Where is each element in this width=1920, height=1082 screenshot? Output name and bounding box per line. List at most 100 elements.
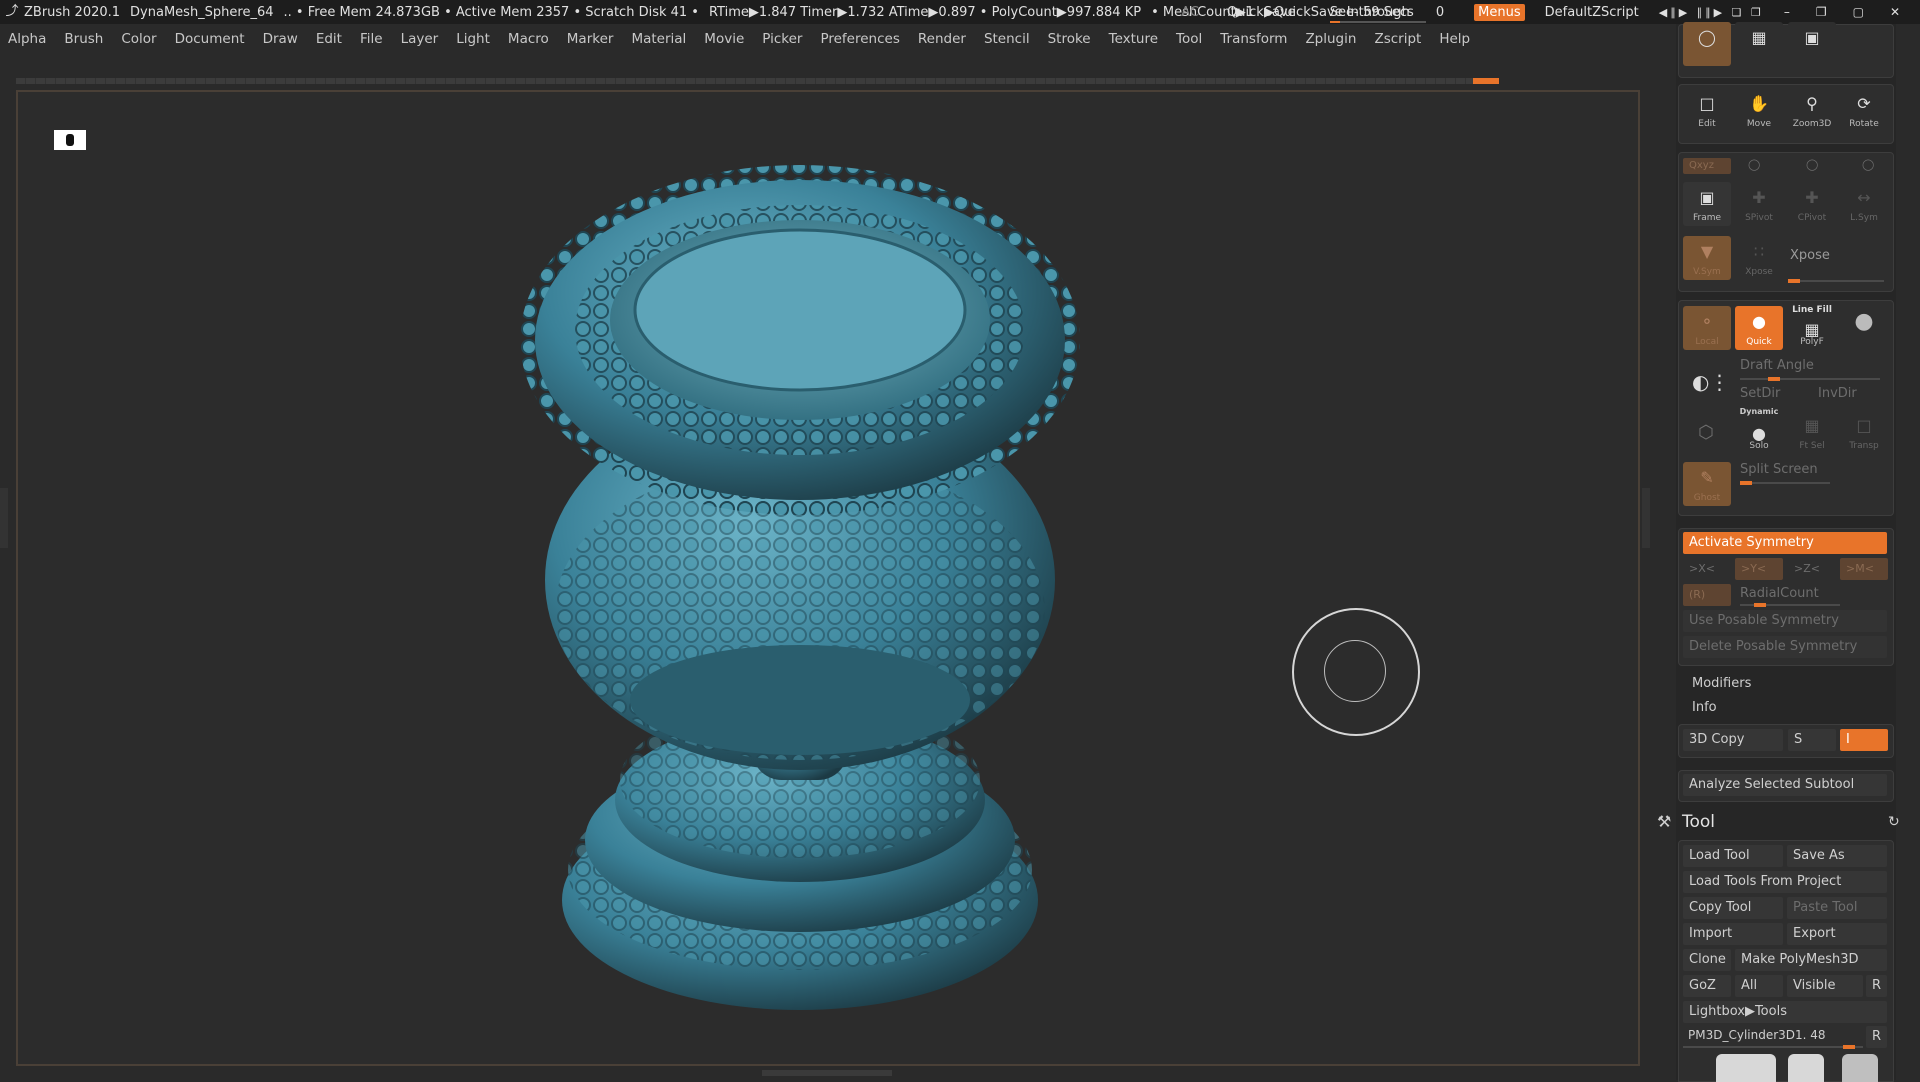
invdir-button[interactable]: InvDir — [1812, 383, 1886, 405]
cpivot-button[interactable]: ✚ CPivot — [1788, 182, 1836, 226]
cube-icon[interactable]: ⬡ — [1698, 422, 1714, 443]
lsym-button[interactable]: ↔ L.Sym — [1840, 182, 1888, 226]
menu-picker[interactable]: Picker — [754, 28, 812, 50]
contrast-icon[interactable]: ◐⋮ — [1692, 370, 1729, 394]
xpose-slider[interactable] — [1788, 279, 1884, 283]
menu-marker[interactable]: Marker — [559, 28, 624, 50]
axis-y-toggle-icon[interactable]: ◯ — [1748, 158, 1760, 171]
3d-copy-button[interactable]: 3D Copy — [1683, 729, 1783, 751]
current-tool-slider[interactable] — [1683, 1045, 1863, 1049]
menu-layer[interactable]: Layer — [393, 28, 449, 50]
texture-preview-icon[interactable]: ▦ — [1735, 22, 1783, 66]
axis-w-toggle-icon[interactable]: ◯ — [1862, 158, 1874, 171]
use-posable-symmetry-button[interactable]: Use Posable Symmetry — [1683, 610, 1887, 632]
radialcount-slider[interactable] — [1740, 603, 1840, 607]
menu-zplugin[interactable]: Zplugin — [1297, 28, 1366, 50]
axis-z-toggle-icon[interactable]: ◯ — [1806, 158, 1818, 171]
default-zscript[interactable]: DefaultZScript — [1545, 5, 1639, 20]
xpose-icon-button[interactable]: ∷ Xpose — [1735, 236, 1783, 280]
delete-posable-symmetry-button[interactable]: Delete Posable Symmetry — [1683, 636, 1887, 658]
layout-icons[interactable]: ◀∥▶ ∥∥▶ ❏ ❐ — [1659, 6, 1764, 19]
bottom-tray-handle[interactable] — [762, 1070, 892, 1076]
menu-file[interactable]: File — [352, 28, 393, 50]
make-polymesh3d-button[interactable]: Make PolyMesh3D — [1735, 949, 1887, 971]
axis-x-button[interactable]: >X< — [1683, 558, 1731, 580]
r-button-2[interactable]: R — [1866, 1026, 1887, 1048]
setdir-button[interactable]: SetDir — [1734, 383, 1810, 405]
goz-button[interactable]: GoZ — [1683, 975, 1731, 997]
maximize-icon[interactable]: ▢ — [1853, 5, 1864, 19]
clone-button[interactable]: Clone — [1683, 949, 1731, 971]
menu-alpha[interactable]: Alpha — [0, 28, 56, 50]
ftsel-button[interactable]: ▦ Ft Sel — [1788, 410, 1836, 454]
menu-zscript[interactable]: Zscript — [1366, 28, 1431, 50]
right-tray-handle[interactable] — [1642, 488, 1650, 548]
solo-button[interactable]: Dynamic ● Solo — [1735, 407, 1783, 454]
radial-r-button[interactable]: (R) — [1683, 584, 1731, 606]
copy-tool-button[interactable]: Copy Tool — [1683, 897, 1783, 919]
i-button[interactable]: I — [1840, 729, 1888, 751]
split-screen-slider[interactable] — [1740, 481, 1830, 485]
menu-stroke[interactable]: Stroke — [1040, 28, 1101, 50]
menu-color[interactable]: Color — [113, 28, 166, 50]
load-tool-button[interactable]: Load Tool — [1683, 845, 1783, 867]
tool-thumbnail-cylinder[interactable] — [1842, 1054, 1878, 1082]
axis-m-button[interactable]: >M< — [1840, 558, 1888, 580]
menu-help[interactable]: Help — [1431, 28, 1480, 50]
3d-model-vase[interactable] — [520, 140, 1080, 1020]
ghost-button[interactable]: ✎ Ghost — [1683, 462, 1731, 506]
menu-macro[interactable]: Macro — [500, 28, 559, 50]
menu-material[interactable]: Material — [623, 28, 696, 50]
menus-toggle[interactable]: Menus — [1474, 3, 1525, 21]
all-button[interactable]: All — [1735, 975, 1783, 997]
xyz-toggle[interactable]: Qxyz — [1683, 158, 1731, 174]
tool-palette-title[interactable]: Tool — [1682, 812, 1715, 832]
local-button[interactable]: ⚬ Local — [1683, 306, 1731, 350]
rotate-button[interactable]: ⟳ Rotate — [1840, 88, 1888, 132]
tool-thumbnail-small[interactable] — [1788, 1054, 1824, 1082]
menu-stencil[interactable]: Stencil — [976, 28, 1040, 50]
modifiers-section[interactable]: Modifiers — [1692, 676, 1751, 691]
activate-symmetry-button[interactable]: Activate Symmetry — [1683, 532, 1887, 554]
axis-y-button[interactable]: >Y< — [1735, 558, 1783, 580]
ac-label[interactable]: AC — [1181, 5, 1199, 20]
tool-thumbnail-vase[interactable] — [1716, 1054, 1776, 1082]
vsym-button[interactable]: ▼ V.Sym — [1683, 236, 1731, 280]
edit-button[interactable]: □ Edit — [1683, 88, 1731, 132]
import-button[interactable]: Import — [1683, 923, 1783, 945]
analyze-subtool-button[interactable]: Analyze Selected Subtool — [1683, 774, 1887, 796]
menu-preferences[interactable]: Preferences — [812, 28, 909, 50]
lightbox-tools-button[interactable]: Lightbox▶Tools — [1683, 1001, 1887, 1023]
brush-preview-icon[interactable]: ◯ — [1683, 22, 1731, 66]
export-button[interactable]: Export — [1787, 923, 1887, 945]
menu-transform[interactable]: Transform — [1212, 28, 1297, 50]
minimize-icon[interactable]: – — [1784, 5, 1790, 19]
camera-icon[interactable]: ▣ — [1788, 22, 1836, 66]
r-button[interactable]: R — [1866, 975, 1887, 997]
see-through-slider[interactable]: See-through 0 — [1329, 5, 1454, 23]
quick-button[interactable]: ● Quick — [1735, 306, 1783, 350]
left-tray-handle[interactable] — [0, 488, 8, 548]
transp-button[interactable]: □ Transp — [1840, 410, 1888, 454]
spivot-button[interactable]: ✚ SPivot — [1735, 182, 1783, 226]
menu-light[interactable]: Light — [448, 28, 500, 50]
load-tools-from-project-button[interactable]: Load Tools From Project — [1683, 871, 1887, 893]
draft-angle-slider[interactable] — [1740, 377, 1880, 381]
polyf-button[interactable]: Line Fill ▦ PolyF — [1788, 305, 1836, 350]
menu-tool[interactable]: Tool — [1168, 28, 1212, 50]
save-as-button[interactable]: Save As — [1787, 845, 1887, 867]
frame-button[interactable]: ▣ Frame — [1683, 182, 1731, 226]
top-shelf[interactable] — [16, 78, 1499, 84]
move-button[interactable]: ✋ Move — [1735, 88, 1783, 132]
menu-texture[interactable]: Texture — [1101, 28, 1168, 50]
restore-icon[interactable]: ❐ — [1816, 5, 1827, 19]
quicksave-button[interactable]: QuickSave — [1227, 5, 1296, 20]
menu-brush[interactable]: Brush — [56, 28, 113, 50]
navigation-cube-icon[interactable] — [54, 130, 86, 150]
menu-render[interactable]: Render — [910, 28, 976, 50]
menu-edit[interactable]: Edit — [308, 28, 352, 50]
close-icon[interactable]: ✕ — [1890, 5, 1900, 19]
zoom3d-button[interactable]: ⚲ Zoom3D — [1788, 88, 1836, 132]
refresh-icon[interactable]: ↻ — [1888, 814, 1900, 830]
menu-document[interactable]: Document — [167, 28, 255, 50]
